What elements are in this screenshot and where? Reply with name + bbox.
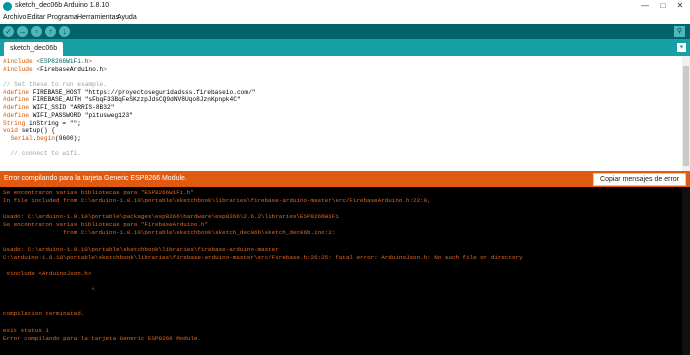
status-message: Error compilando para la tarjeta Generic… [4, 175, 187, 182]
code-line: void setup() { [3, 127, 256, 135]
console-line: exit status 1 [3, 326, 49, 334]
console-line: from C:\arduino-1.8.10\portable\sketchbo… [3, 229, 336, 237]
menu-archivo[interactable]: Archivo [3, 14, 26, 21]
arduino-logo-icon [3, 2, 12, 11]
code-line: // Set these to run example. [3, 81, 256, 89]
console-line: #include <ArduinoJson.h> [3, 269, 92, 277]
tab-bar: sketch_dec06b ▾ [0, 39, 690, 56]
editor-scrollbar-thumb[interactable] [683, 66, 689, 166]
upload-button[interactable]: → [17, 26, 28, 37]
code-token: FIREBASE_HOST "https://proyectoseguridad… [32, 88, 256, 96]
code-line: #define WIFI_SSID "ARRIS-8B32" [3, 104, 256, 112]
console-line: compilation terminated. [3, 310, 85, 318]
code-token: setup() { [21, 127, 55, 135]
copy-error-messages-button[interactable]: Copiar mensajes de error [593, 173, 686, 186]
open-sketch-button[interactable]: ↑ [45, 26, 56, 37]
code-token: #include < [3, 58, 41, 65]
console-line: Usado: C:\arduino-1.8.10\portable\packag… [3, 213, 339, 221]
console-line: Usado: C:\arduino-1.8.10\portable\sketch… [3, 245, 279, 253]
menu-editar[interactable]: Editar [27, 14, 45, 21]
code-token: #define [3, 88, 33, 96]
code-line: // connect to wifi. [3, 150, 256, 158]
code-token: > [103, 65, 107, 73]
code-line: #include <ESP8266WiFi.h> [3, 58, 256, 66]
code-token: // connect to wifi. [3, 150, 81, 158]
code-line: #define FIREBASE_AUTH "sFbqF33BqFeSKzzpJ… [3, 96, 256, 104]
console-scrollbar[interactable] [682, 187, 690, 355]
code-token: inString = ""; [29, 119, 81, 127]
code-token: #define [3, 111, 33, 119]
code-token: void [3, 127, 22, 135]
menu-herramientas[interactable]: Herramientas [77, 14, 119, 21]
new-sketch-button[interactable]: ▫ [31, 26, 42, 37]
output-console[interactable]: Se encontraron varias bibliotecas para "… [0, 187, 690, 355]
code-token: > [88, 58, 93, 65]
code-line: String inString = ""; [3, 120, 256, 128]
code-line: #include <FirebaseArduino.h> [3, 66, 256, 74]
code-token: begin [36, 134, 56, 142]
tab-sketch-dec06b[interactable]: sketch_dec06b [4, 42, 64, 56]
minimize-button[interactable]: — [638, 1, 652, 10]
code-token: #define [3, 104, 33, 112]
code-token: #define [3, 96, 33, 104]
menu-programa[interactable]: Programa [47, 14, 78, 21]
window-title: sketch_dec06b Arduino 1.8.10 [15, 2, 110, 9]
toolbar: ✓ → ▫ ↑ ↓ ⚲ [0, 24, 690, 39]
editor-scrollbar[interactable] [682, 56, 690, 171]
code-token: String [3, 119, 29, 127]
code-line: #define WIFI_PASSWORD "pitusweg123" [3, 112, 256, 120]
code-token: FirebaseArduino.h [40, 65, 104, 73]
code-line: #define FIREBASE_HOST "https://proyectos… [3, 89, 256, 97]
maximize-button[interactable]: □ [656, 1, 670, 10]
code-token: WIFI_PASSWORD "pitusweg123" [32, 111, 133, 119]
verify-button[interactable]: ✓ [3, 26, 14, 37]
code-token: #include < [3, 65, 41, 73]
tab-menu-chevron-down-icon[interactable]: ▾ [677, 43, 686, 52]
error-status-bar: Error compilando para la tarjeta Generic… [0, 171, 690, 187]
code-token: // Set these to run example. [3, 81, 107, 89]
console-text: Se encontraron varias bibliotecas para "… [3, 189, 523, 343]
console-line: Se encontraron varias bibliotecas para "… [3, 221, 209, 229]
serial-monitor-icon[interactable]: ⚲ [674, 26, 685, 37]
code-token: ESP8266WiFi.h [40, 58, 89, 65]
code-token: (9600); [55, 134, 82, 142]
console-line: Se encontraron varias bibliotecas para "… [3, 189, 194, 196]
code-token: FIREBASE_AUTH "sFbqF33BqFeSKzzpJdsCQ9dNV… [32, 96, 241, 104]
console-line: Error compilando para la tarjeta Generic… [3, 334, 201, 342]
code-token: WIFI_SSID "ARRIS-8B32" [32, 104, 115, 112]
console-line: ^ [3, 286, 95, 294]
code-token: Serial [10, 134, 33, 142]
close-button[interactable]: ✕ [673, 1, 687, 10]
title-bar: sketch_dec06b Arduino 1.8.10 — □ ✕ [0, 0, 690, 13]
menu-ayuda[interactable]: Ayuda [117, 14, 137, 21]
save-sketch-button[interactable]: ↓ [59, 26, 70, 37]
code-editor[interactable]: #include <ESP8266WiFi.h> #include <Fireba… [0, 56, 690, 171]
console-line: In file included from C:\arduino-1.8.10\… [3, 197, 431, 205]
console-line: C:\arduino-1.8.10\portable\sketchbook\li… [3, 253, 523, 261]
code-text: #include <ESP8266WiFi.h> #include <Fireba… [3, 58, 256, 158]
code-line: Serial.begin(9600); [3, 135, 256, 143]
